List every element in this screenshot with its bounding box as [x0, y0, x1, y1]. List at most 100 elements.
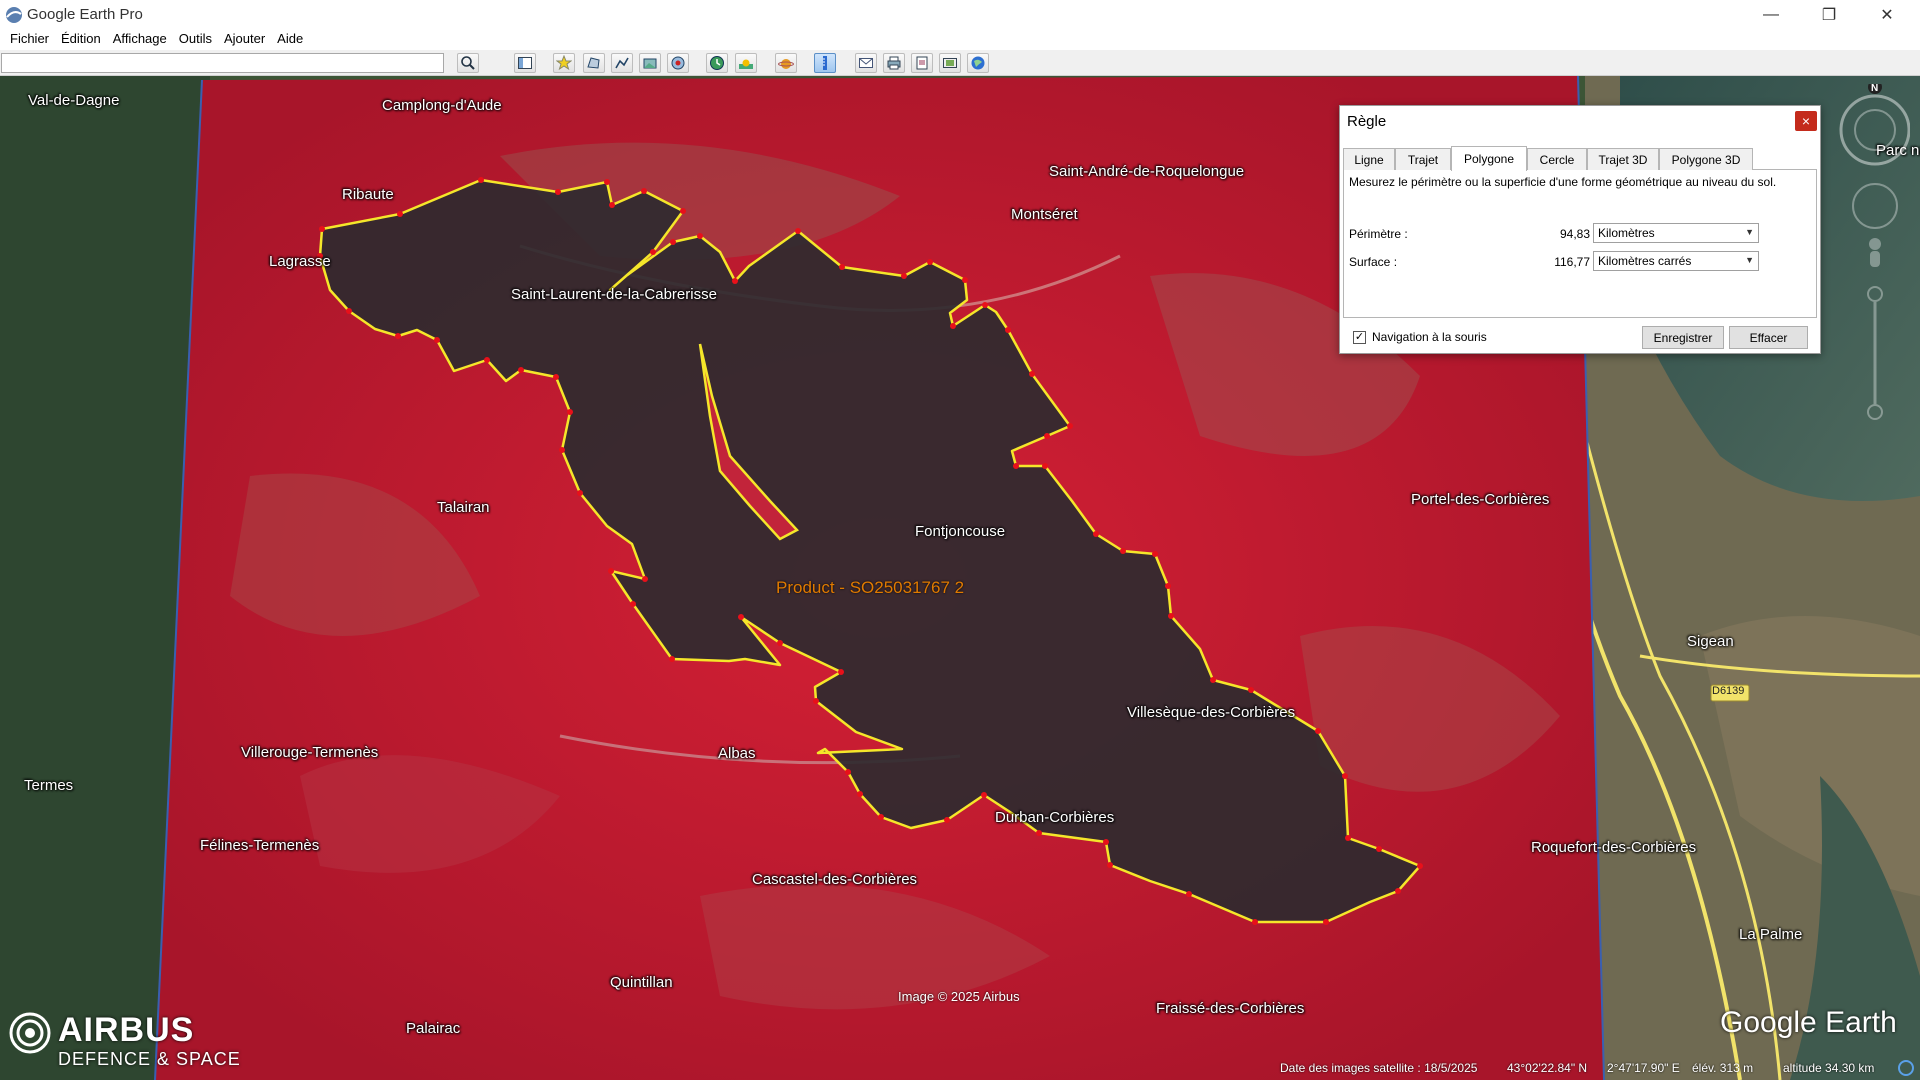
add-placemark-button[interactable] [553, 53, 575, 73]
sun-icon [739, 59, 753, 69]
switch-planets-button[interactable] [775, 53, 797, 73]
window-title: Google Earth Pro [27, 6, 143, 23]
place-label: Talairan [437, 499, 490, 516]
perimeter-unit-value: Kilomètres [1598, 226, 1655, 240]
mouse-navigation-checkbox[interactable]: ✓ [1353, 331, 1366, 344]
menu-affichage[interactable]: Affichage [107, 30, 173, 50]
search-button[interactable] [457, 53, 479, 73]
menu-edition[interactable]: Édition [55, 30, 107, 50]
clear-button[interactable]: Effacer [1729, 326, 1808, 349]
placemark-icon [556, 55, 572, 71]
close-window-button[interactable]: ✕ [1858, 0, 1916, 30]
search-input[interactable] [1, 53, 444, 73]
product-label[interactable]: Product - SO25031767 2 [776, 578, 964, 598]
chevron-down-icon: ▼ [1745, 227, 1754, 237]
place-label: Saint-Laurent-de-la-Cabrerisse [511, 286, 717, 303]
look-joystick-icon[interactable] [1852, 183, 1898, 229]
place-label: Villerouge-Termenès [241, 744, 379, 761]
place-label: Roquefort-des-Corbières [1531, 839, 1697, 856]
tour-icon [671, 56, 685, 70]
place-label: Fraissé-des-Corbières [1156, 1000, 1305, 1017]
latitude-readout: 43°02'22.84" N [1507, 1061, 1588, 1075]
place-label: Sigean [1687, 633, 1734, 650]
title-bar: Google Earth Pro — ❐ ✕ [0, 0, 1920, 30]
google-maps-button[interactable] [967, 53, 989, 73]
longitude-readout: 2°47'17.90" E [1607, 1061, 1680, 1075]
place-label: Cascastel-des-Corbières [752, 871, 918, 888]
menu-outils[interactable]: Outils [173, 30, 218, 50]
ruler-dialog-title: Règle [1347, 113, 1387, 130]
tab-ligne[interactable]: Ligne [1343, 148, 1395, 170]
history-icon [710, 56, 724, 70]
image-credit: Image © 2025 Airbus [898, 989, 1020, 1004]
close-ruler-button[interactable]: × [1795, 111, 1817, 131]
place-label: Montséret [1011, 206, 1078, 223]
menu-fichier[interactable]: Fichier [4, 30, 55, 50]
menu-bar: Fichier Édition Affichage Outils Ajouter… [0, 30, 1920, 50]
place-label: Palairac [406, 1020, 461, 1037]
airbus-name: AIRBUS [58, 1011, 195, 1049]
perimeter-unit-select[interactable]: Kilomètres ▼ [1593, 223, 1759, 243]
ruler-icon [823, 56, 827, 70]
search-icon [461, 56, 475, 70]
altitude-readout: altitude 34.30 km [1783, 1061, 1875, 1075]
streaming-progress-icon [1898, 1060, 1914, 1076]
street-view-pegman-icon[interactable] [1869, 238, 1881, 267]
tab-polygone-3d[interactable]: Polygone 3D [1659, 148, 1753, 170]
place-label: Ribaute [342, 186, 394, 203]
menu-aide[interactable]: Aide [271, 30, 309, 50]
place-label: Portel-des-Corbières [1411, 491, 1550, 508]
add-image-overlay-button[interactable] [639, 53, 661, 73]
google-earth-app-icon [6, 7, 22, 23]
polygon-icon [587, 57, 600, 69]
navigation-controls[interactable]: N [1820, 84, 1910, 424]
tab-cercle[interactable]: Cercle [1527, 148, 1587, 170]
area-label: Surface : [1349, 255, 1398, 269]
perimeter-label: Périmètre : [1349, 227, 1408, 241]
sunlight-button[interactable] [735, 53, 757, 73]
zoom-slider-icon[interactable] [1867, 286, 1883, 420]
print-button[interactable] [883, 53, 905, 73]
place-label: La Palme [1739, 926, 1803, 943]
save-button[interactable]: Enregistrer [1642, 326, 1724, 349]
email-button[interactable] [855, 53, 877, 73]
ruler-button[interactable] [814, 53, 836, 73]
tab-trajet[interactable]: Trajet [1395, 148, 1451, 170]
sidebar-icon [518, 57, 532, 69]
save-image-button[interactable] [911, 53, 933, 73]
historical-imagery-button[interactable] [706, 53, 728, 73]
ruler-dialog: Règle × Ligne Trajet Polygone Cercle Tra… [1339, 105, 1821, 354]
email-icon [859, 58, 873, 68]
place-label: Termes [24, 777, 74, 794]
print-icon [887, 56, 901, 70]
sidebar-toggle-button[interactable] [514, 53, 536, 73]
perimeter-value: 94,83 [1559, 227, 1590, 241]
mouse-navigation-label: Navigation à la souris [1372, 330, 1487, 344]
tab-trajet-3d[interactable]: Trajet 3D [1587, 148, 1659, 170]
restore-button[interactable]: ❐ [1800, 0, 1858, 30]
add-polygon-button[interactable] [583, 53, 605, 73]
google-earth-logo: Google Earth [1720, 1006, 1897, 1039]
path-icon [615, 57, 629, 69]
record-tour-button[interactable] [667, 53, 689, 73]
svg-text:N: N [1871, 84, 1878, 94]
road-label-d6139: D6139 [1712, 685, 1745, 697]
ruler-tabs: Ligne Trajet Polygone Cercle Trajet 3D P… [1343, 146, 1817, 171]
place-label: Camplong-d'Aude [382, 97, 502, 114]
area-value: 116,77 [1554, 255, 1590, 269]
movie-icon [943, 58, 957, 68]
airbus-swirl-icon [9, 1012, 51, 1054]
maps-icon [971, 56, 985, 70]
add-path-button[interactable] [611, 53, 633, 73]
menu-ajouter[interactable]: Ajouter [218, 30, 271, 50]
save-image-icon [916, 56, 928, 70]
place-label: Villesèque-des-Corbières [1127, 704, 1296, 721]
movie-maker-button[interactable] [939, 53, 961, 73]
planets-icon [778, 59, 794, 69]
tab-polygone[interactable]: Polygone [1451, 146, 1527, 171]
minimize-button[interactable]: — [1742, 0, 1800, 30]
place-label: Fontjoncouse [915, 523, 1006, 540]
compass-icon[interactable]: N [1839, 84, 1910, 166]
area-unit-select[interactable]: Kilomètres carrés ▼ [1593, 251, 1759, 271]
area-unit-value: Kilomètres carrés [1598, 254, 1692, 268]
